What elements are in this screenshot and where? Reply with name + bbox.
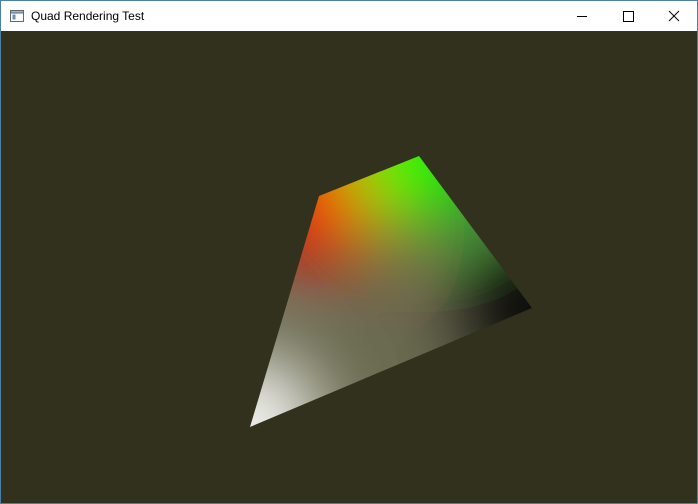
close-button[interactable] [651, 1, 697, 31]
window-title: Quad Rendering Test [31, 9, 145, 23]
title-bar[interactable]: Quad Rendering Test [1, 1, 697, 31]
maximize-button[interactable] [605, 1, 651, 31]
app-window: Quad Rendering Test [0, 0, 698, 504]
render-viewport[interactable] [1, 31, 697, 503]
gradient-quad [250, 156, 532, 427]
maximize-icon [623, 11, 634, 22]
minimize-icon [577, 16, 587, 17]
window-app-icon [10, 10, 24, 22]
minimize-button[interactable] [559, 1, 605, 31]
scene-canvas [250, 156, 532, 427]
close-icon [668, 10, 680, 22]
